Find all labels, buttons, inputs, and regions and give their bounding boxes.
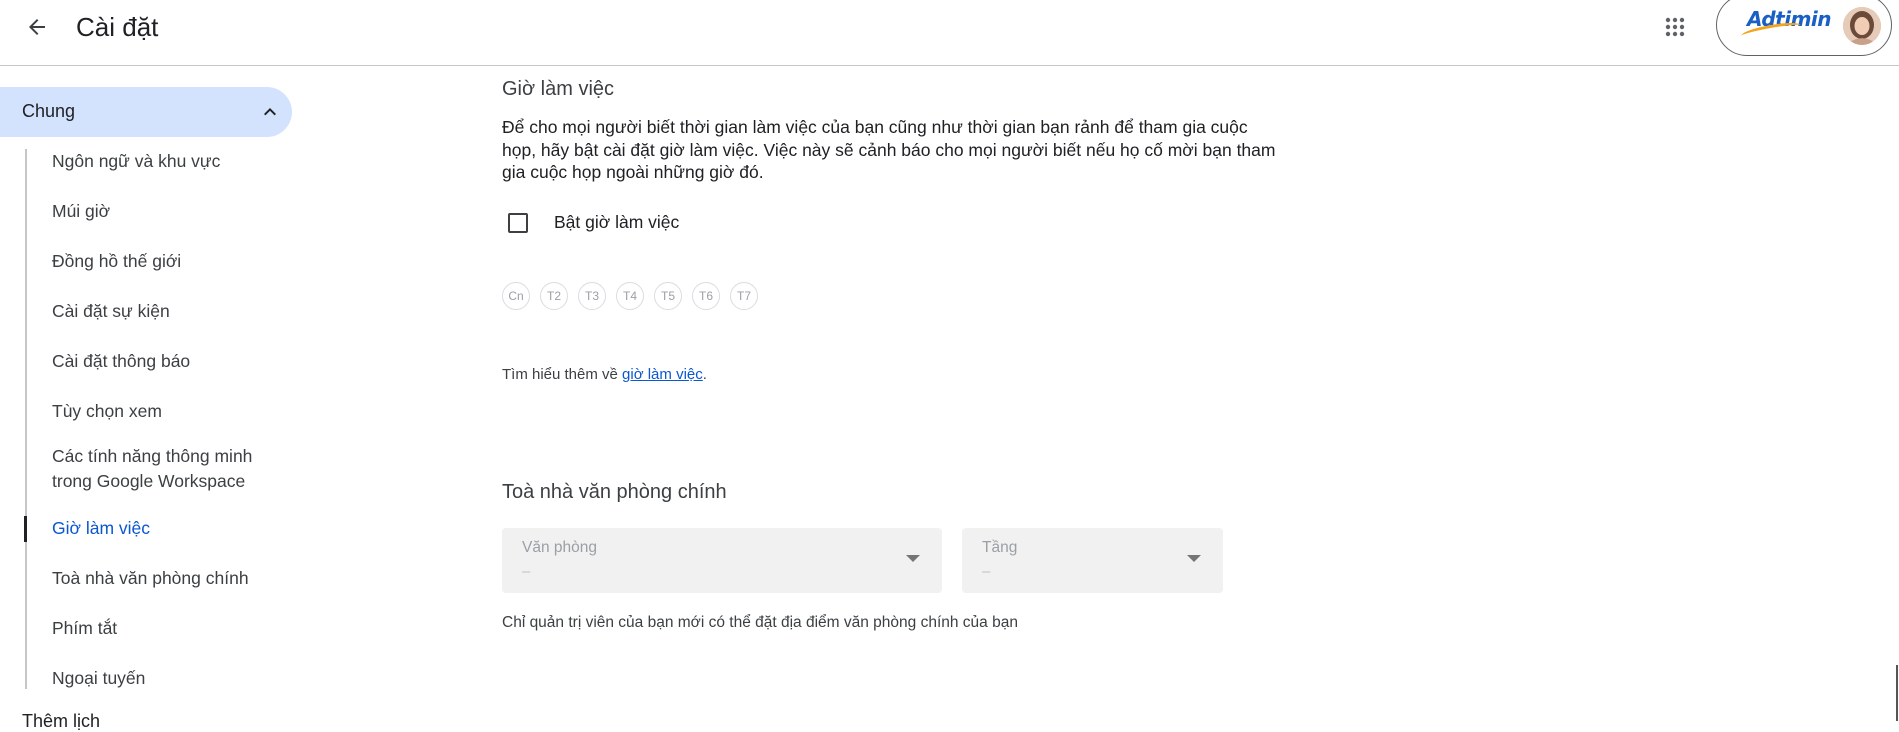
sidebar-item-shortcuts[interactable]: Phím tắt [52, 616, 292, 641]
office-select-label: Văn phòng [522, 539, 597, 556]
day-chip-thursday: T5 [654, 282, 682, 310]
dropdown-arrow-icon [1187, 555, 1201, 562]
active-indicator [24, 516, 27, 542]
avatar[interactable] [1843, 7, 1881, 45]
sidebar-rail [25, 149, 27, 689]
sidebar-item-event-settings[interactable]: Cài đặt sự kiện [52, 299, 292, 324]
learn-more-text: Tìm hiểu thêm về giờ làm việc. [502, 366, 707, 383]
account-switcher[interactable]: Adtimin [1716, 0, 1892, 56]
arrow-back-icon [29, 19, 45, 35]
google-apps-button[interactable] [1658, 10, 1692, 44]
back-button[interactable] [20, 10, 54, 44]
scrollbar[interactable] [1896, 665, 1898, 721]
day-selector: Cn T2 T3 T4 T5 T6 T7 [502, 282, 758, 310]
floor-select-label: Tầng [982, 539, 1018, 556]
profile-photo [1843, 7, 1881, 45]
page-title: Cài đặt [76, 12, 159, 42]
enable-working-hours-option[interactable]: Bật giờ làm việc [508, 212, 679, 233]
sidebar-group-label: Chung [22, 101, 76, 121]
day-chip-tuesday: T3 [578, 282, 606, 310]
brand-logo: Adtimin [1740, 7, 1832, 42]
working-hours-description: Để cho mọi người biết thời gian làm việc… [502, 117, 1276, 182]
day-chip-wednesday: T4 [616, 282, 644, 310]
settings-main: Giờ làm việc Để cho mọi người biết thời … [502, 66, 1302, 721]
day-chip-saturday: T7 [730, 282, 758, 310]
enable-working-hours-label: Bật giờ làm việc [554, 212, 680, 232]
office-select[interactable]: Văn phòng – [502, 528, 942, 593]
day-chip-friday: T6 [692, 282, 720, 310]
admin-only-note: Chỉ quản trị viên của bạn mới có thể đặt… [502, 614, 1018, 631]
floor-select-value: – [982, 563, 991, 580]
sidebar-item-primary-office[interactable]: Toà nhà văn phòng chính [52, 566, 292, 591]
sidebar-item-offline[interactable]: Ngoại tuyến [52, 666, 292, 691]
sidebar-item-smart-features[interactable]: Các tính năng thông minh trong Google Wo… [52, 444, 282, 494]
working-hours-title: Giờ làm việc [502, 78, 615, 100]
office-select-value: – [522, 563, 531, 580]
sidebar-group-add-calendar[interactable]: Thêm lịch [22, 711, 100, 732]
floor-select[interactable]: Tầng – [962, 528, 1223, 593]
working-hours-help-link[interactable]: giờ làm việc [622, 366, 703, 383]
sidebar-item-time-zone[interactable]: Múi giờ [52, 199, 292, 224]
sidebar-item-language-region[interactable]: Ngôn ngữ và khu vực [52, 149, 292, 174]
dropdown-arrow-icon [906, 555, 920, 562]
top-bar: Cài đặt Adtimin [0, 0, 1899, 66]
sidebar-item-working-hours[interactable]: Giờ làm việc [52, 516, 292, 541]
sidebar-item-notification-settings[interactable]: Cài đặt thông báo [52, 349, 292, 374]
chevron-up-icon [264, 108, 276, 116]
enable-working-hours-checkbox[interactable] [508, 212, 528, 233]
sidebar-group-general[interactable]: Chung [0, 87, 292, 137]
settings-sidebar: Chung Ngôn ngữ và khu vực Múi giờ Đồng h… [0, 66, 300, 731]
sidebar-item-world-clock[interactable]: Đồng hồ thế giới [52, 249, 292, 274]
primary-office-title: Toà nhà văn phòng chính [502, 481, 727, 503]
sidebar-item-view-options[interactable]: Tùy chọn xem [52, 399, 292, 424]
apps-grid-icon [1665, 17, 1685, 37]
day-chip-sunday: Cn [502, 282, 530, 310]
day-chip-monday: T2 [540, 282, 568, 310]
